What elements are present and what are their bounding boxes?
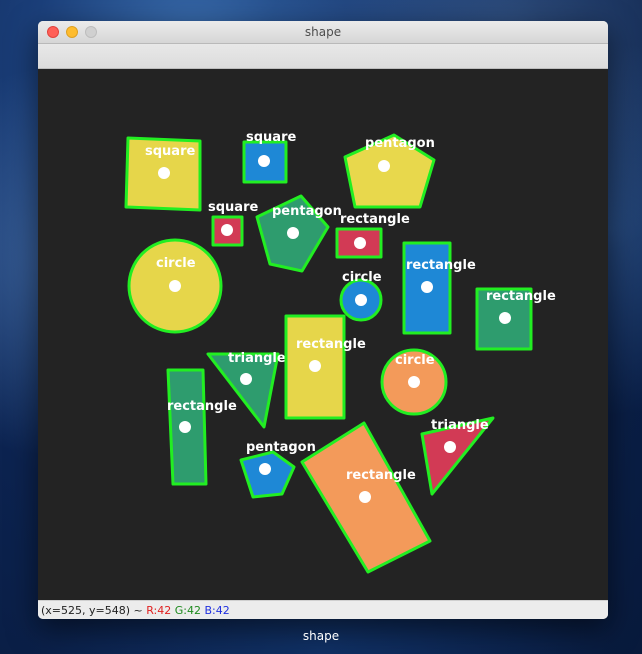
pentagon-center-dot <box>287 227 299 239</box>
rectangle-center-dot <box>499 312 511 324</box>
image-canvas[interactable]: square square pentagon square pentagon rectan… <box>38 69 608 600</box>
circle-center-dot <box>169 280 181 292</box>
circle-label: circle <box>342 270 382 285</box>
square-label: square <box>208 200 258 215</box>
square-label: square <box>145 144 195 159</box>
rectangle-center-dot <box>421 281 433 293</box>
circle-center-dot <box>355 294 367 306</box>
rectangle-center-dot <box>354 237 366 249</box>
pentagon-center-dot <box>259 463 271 475</box>
pentagon-label: pentagon <box>272 204 342 219</box>
rectangle-label: rectangle <box>486 289 556 304</box>
rectangle-label: rectangle <box>346 468 416 483</box>
rectangle-center-dot <box>309 360 321 372</box>
square-center-dot <box>258 155 270 167</box>
rectangle-label: rectangle <box>296 337 366 352</box>
pentagon-label: pentagon <box>365 136 435 151</box>
circle-center-dot <box>408 376 420 388</box>
circle-label: circle <box>395 353 435 368</box>
pentagon-shape <box>239 450 296 499</box>
circle-label: circle <box>156 256 196 271</box>
green-value: G:42 <box>174 604 201 617</box>
dock-app-label: shape <box>302 629 340 643</box>
square-center-dot <box>221 224 233 236</box>
square-label: square <box>246 130 296 145</box>
rectangle-label: rectangle <box>340 212 410 227</box>
cursor-coordinates: (x=525, y=548) ~ <box>41 604 147 617</box>
red-value: R:42 <box>146 604 172 617</box>
rectangle-label: rectangle <box>406 258 476 273</box>
triangle-center-dot <box>240 373 252 385</box>
rectangle-center-dot <box>179 421 191 433</box>
rectangle-center-dot <box>359 491 371 503</box>
status-bar: (x=525, y=548) ~ R:42 G:42 B:42 <box>38 600 608 619</box>
pentagon-label: pentagon <box>246 440 316 455</box>
toolbar <box>38 44 608 69</box>
pentagon-center-dot <box>378 160 390 172</box>
window-title: shape <box>304 25 342 39</box>
app-window: shape square square pentagon square pentagon… <box>38 21 608 619</box>
title-bar[interactable]: shape <box>38 21 608 44</box>
rectangle-label: rectangle <box>167 399 237 414</box>
triangle-label: triangle <box>431 418 489 433</box>
shape-detection-image: squaresquare pentagonsquare pentagonrectan… <box>124 130 556 574</box>
triangle-label: triangle <box>228 351 286 366</box>
square-center-dot <box>158 167 170 179</box>
triangle-center-dot <box>444 441 456 453</box>
blue-value: B:42 <box>204 604 230 617</box>
